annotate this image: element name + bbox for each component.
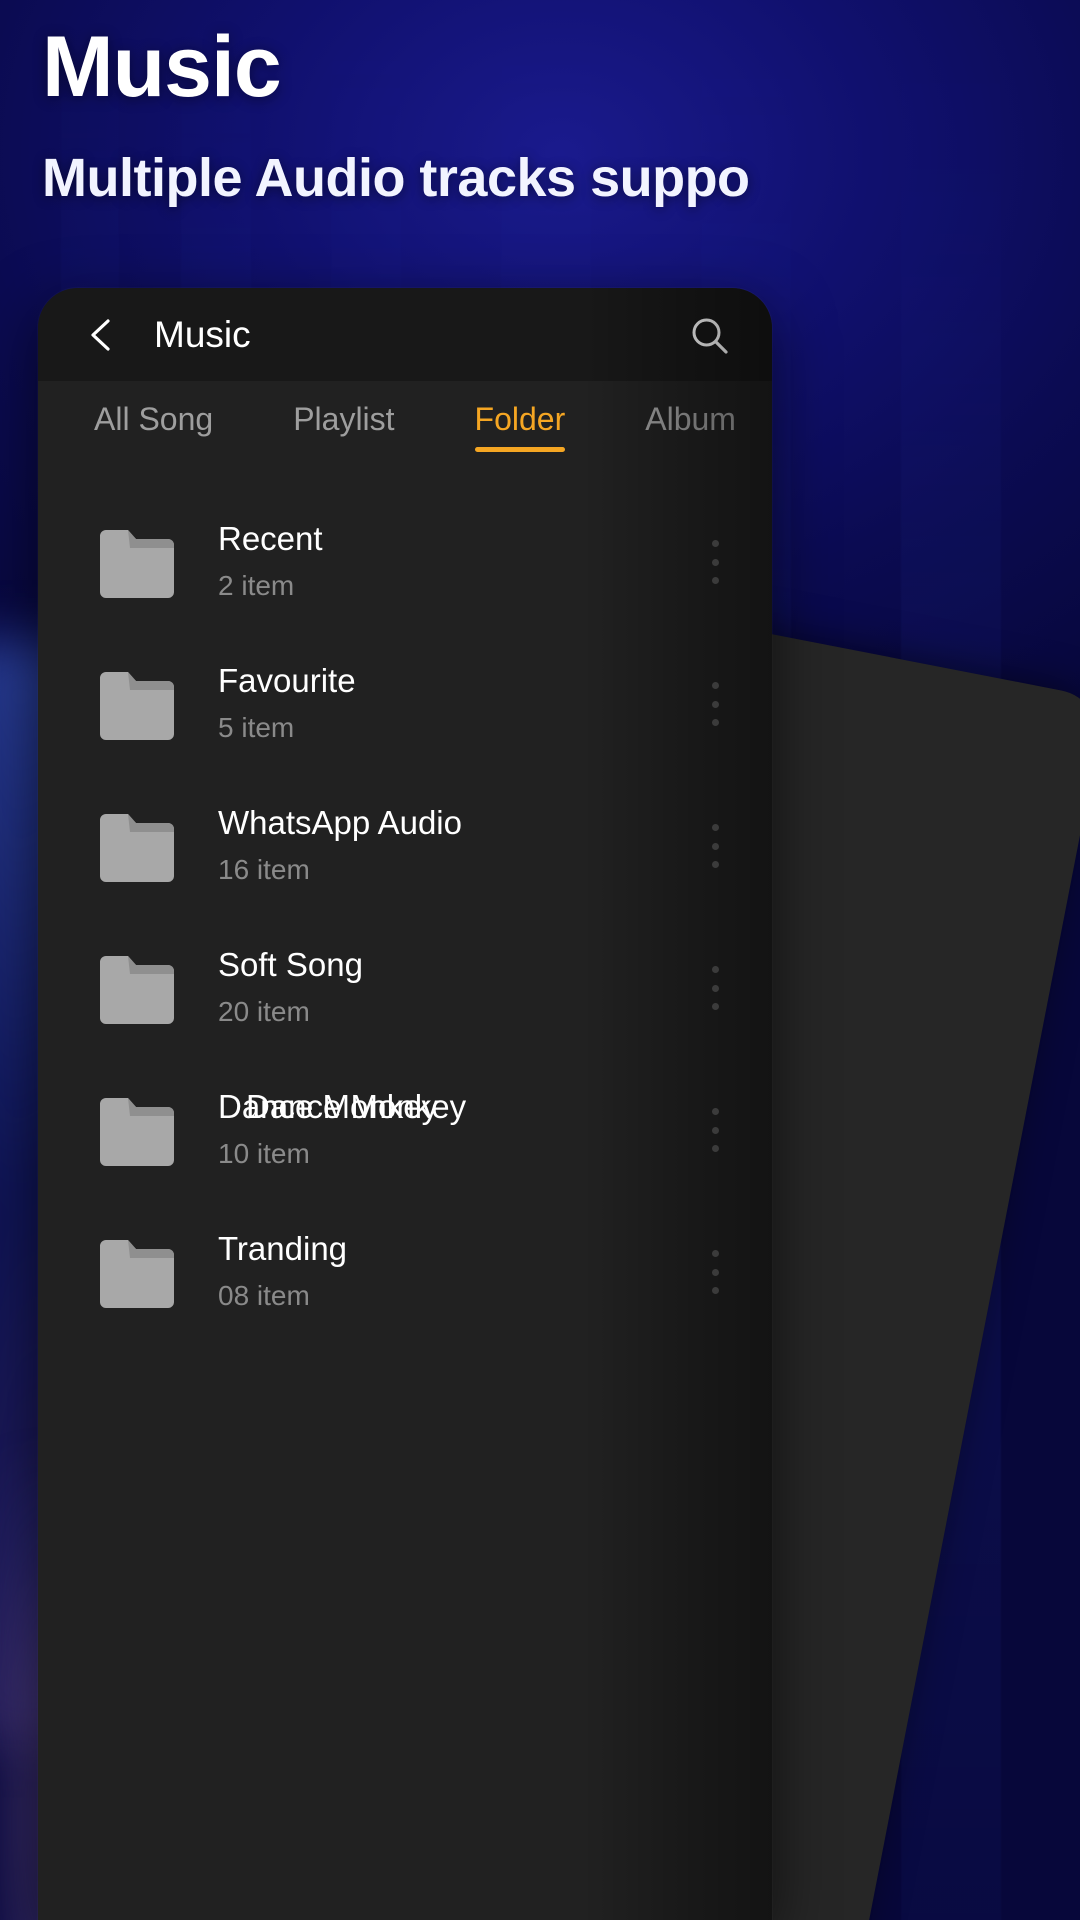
page-title: Music	[154, 313, 251, 355]
promo-title: Music	[42, 19, 282, 115]
folder-list: Recent 2 item Favourite 5 item WhatsApp …	[38, 473, 772, 1327]
folder-count: 08 item	[218, 1280, 310, 1312]
folder-name: Tranding	[218, 1229, 348, 1267]
folder-name: Dance Monkey Dance Monkey	[218, 1087, 710, 1125]
tab-bar: All Song Playlist Folder Album Artist	[38, 381, 772, 473]
table-row[interactable]: Favourite 5 item	[38, 649, 772, 759]
folder-icon	[98, 952, 176, 1024]
overflow-menu-icon[interactable]	[710, 682, 720, 726]
folder-name: Recent	[218, 519, 323, 557]
folder-icon	[98, 526, 176, 598]
app-bar: Music	[38, 288, 772, 381]
folder-count: 2 item	[218, 570, 295, 602]
folder-name: Soft Song	[218, 945, 363, 983]
folder-text: WhatsApp Audio 16 item	[218, 803, 710, 887]
folder-count: 20 item	[218, 996, 310, 1028]
tab-album[interactable]: Album	[645, 401, 736, 454]
primary-phone-mockup: Music All Song Playlist Folder Album Art…	[38, 288, 772, 1920]
search-icon[interactable]	[686, 312, 732, 358]
folder-text: Recent 2 item	[218, 519, 710, 603]
table-row[interactable]: Dance Monkey Dance Monkey 10 item	[38, 1075, 772, 1185]
promo-screenshot: Music Multiple Audio tracks suppo Music …	[0, 0, 1080, 1920]
folder-count: 16 item	[218, 854, 310, 886]
table-row[interactable]: Recent 2 item	[38, 507, 772, 617]
overflow-menu-icon[interactable]	[710, 1250, 720, 1294]
folder-text: Soft Song 20 item	[218, 945, 710, 1029]
folder-text: Favourite 5 item	[218, 661, 710, 745]
table-row[interactable]: Soft Song 20 item	[38, 933, 772, 1043]
folder-icon	[98, 1236, 176, 1308]
folder-text: Tranding 08 item	[218, 1229, 710, 1313]
overflow-menu-icon[interactable]	[710, 824, 720, 868]
tab-folder[interactable]: Folder	[474, 401, 565, 454]
folder-count: 5 item	[218, 712, 295, 744]
folder-icon	[98, 668, 176, 740]
table-row[interactable]: Tranding 08 item	[38, 1217, 772, 1327]
chevron-left-icon[interactable]	[84, 318, 118, 352]
tab-all-song[interactable]: All Song	[94, 401, 213, 454]
overflow-menu-icon[interactable]	[710, 540, 720, 584]
folder-icon	[98, 810, 176, 882]
overflow-menu-icon[interactable]	[710, 1108, 720, 1152]
overflow-menu-icon[interactable]	[710, 966, 720, 1010]
folder-count: 10 item	[218, 1138, 310, 1170]
folder-name-ghost: Dance Monkey	[246, 1087, 467, 1125]
folder-name: WhatsApp Audio	[218, 803, 462, 841]
folder-icon	[98, 1094, 176, 1166]
tab-playlist[interactable]: Playlist	[293, 401, 394, 454]
promo-subtitle: Multiple Audio tracks suppo	[42, 148, 750, 208]
folder-name: Favourite	[218, 661, 356, 699]
table-row[interactable]: WhatsApp Audio 16 item	[38, 791, 772, 901]
folder-text: Dance Monkey Dance Monkey 10 item	[218, 1087, 710, 1171]
